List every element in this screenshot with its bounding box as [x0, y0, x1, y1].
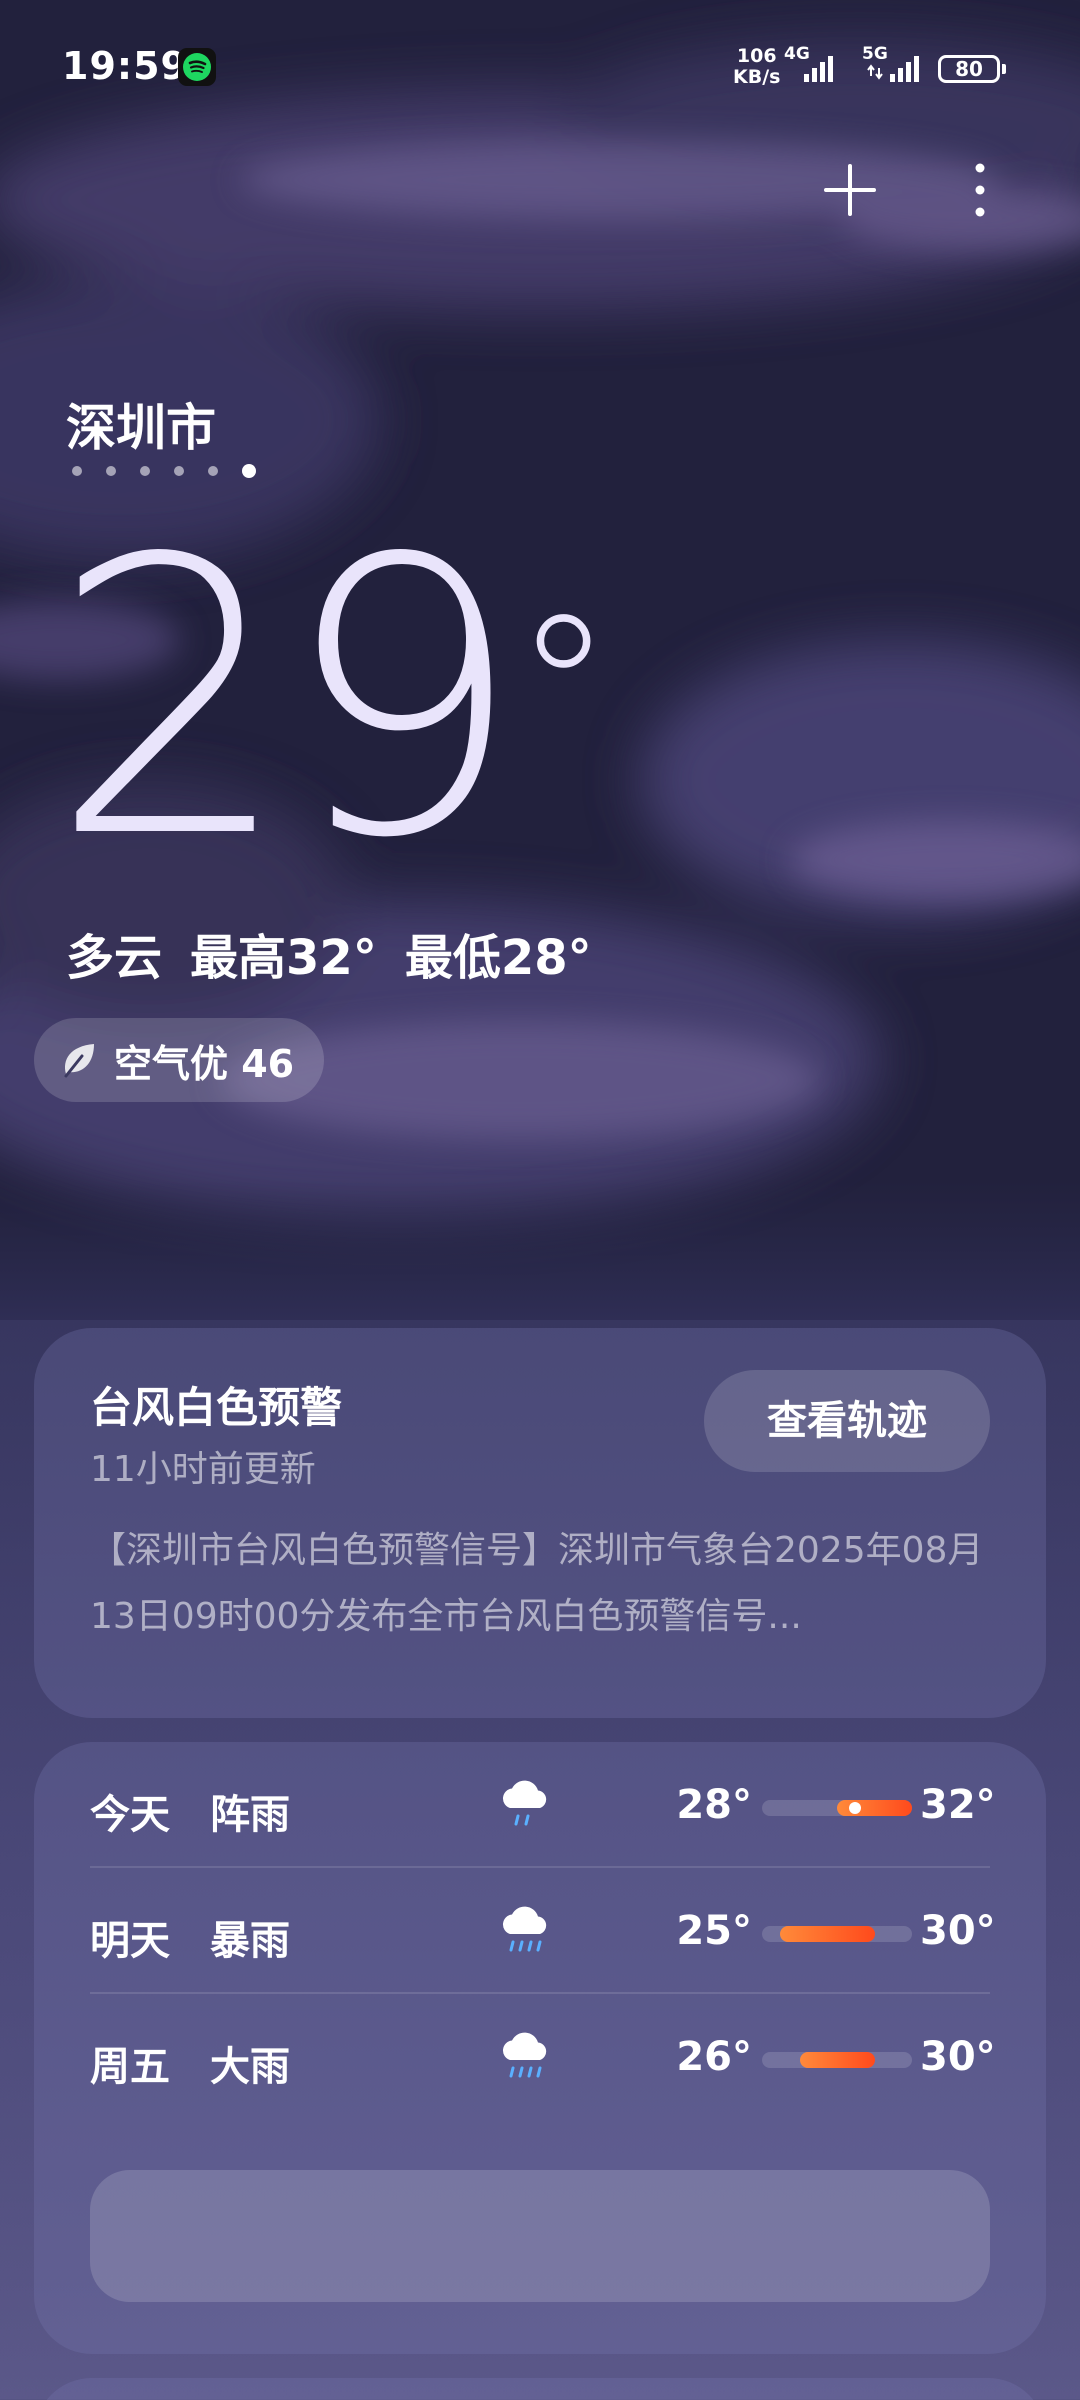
forecast-day: 明天 — [90, 1918, 170, 1964]
current-temperature: 29° — [50, 478, 614, 921]
leaf-icon — [64, 1044, 94, 1078]
view-track-button[interactable]: 查看轨迹 — [704, 1370, 990, 1472]
page-dot — [140, 466, 150, 476]
air-quality-text: 空气优 46 — [114, 1041, 295, 1086]
more-vertical-icon — [975, 163, 985, 217]
current-condition: 多云 — [66, 930, 163, 986]
forecast-row[interactable]: 今天 阵雨 28° 32° — [90, 1742, 996, 1868]
forecast-condition: 暴雨 — [210, 1918, 290, 1964]
forecast-condition: 阵雨 — [210, 1792, 290, 1838]
forecast-high: 30° — [920, 2034, 996, 2080]
weather-summary: 多云 最高32° 最低28° — [66, 918, 592, 988]
city-page-indicator — [72, 464, 256, 478]
forecast-low: 26° — [676, 2034, 752, 2080]
forecast-condition: 大雨 — [210, 2044, 290, 2090]
air-quality-pill[interactable]: 空气优 46 — [34, 1018, 324, 1102]
heavy-rain-icon — [502, 2032, 547, 2078]
page-dot-active — [242, 464, 256, 478]
forecast-high: 30° — [920, 1908, 996, 1954]
warning-description: 【深圳市台风白色预警信号】深圳市气象台2025年08月13日09时00分发布全市… — [90, 1530, 984, 1637]
high-temperature: 最高32° — [190, 930, 377, 986]
temperature-range-fill — [780, 1926, 875, 1942]
forecast-high: 32° — [920, 1782, 996, 1828]
forecast-day: 今天 — [90, 1792, 170, 1838]
temperature-range-bar — [762, 2052, 912, 2068]
low-temperature: 最低28° — [404, 930, 592, 986]
status-time: 19:59 — [62, 44, 188, 88]
more-options-button[interactable] — [960, 158, 1000, 222]
next-card-edge — [34, 2378, 1046, 2400]
warning-title: 台风白色预警 — [90, 1383, 343, 1432]
forecast-row[interactable]: 明天 暴雨 25° 30° — [90, 1868, 996, 1994]
heavy-rain-icon — [502, 1906, 547, 1952]
more-forecast-button[interactable] — [90, 2170, 990, 2302]
plus-icon — [824, 164, 876, 216]
spotify-icon — [178, 48, 216, 86]
temperature-range-fill — [799, 2052, 875, 2068]
forecast-day: 周五 — [90, 2044, 170, 2090]
light-rain-icon — [502, 1780, 547, 1826]
forecast-card: 今天 阵雨 28° 32° 明天 暴雨 25° 30° 周五 大雨 26° 30… — [34, 1742, 1046, 2354]
city-name: 深圳市 — [66, 399, 216, 457]
current-temp-marker — [849, 1802, 861, 1814]
forecast-low: 28° — [676, 1782, 752, 1828]
warning-updated-time: 11小时前更新 — [90, 1449, 316, 1490]
status-bar: 19:59 106 KB/s 4G 5G 80 — [0, 0, 1080, 140]
temperature-range-bar — [762, 1800, 912, 1816]
add-city-button[interactable] — [820, 160, 880, 220]
page-dot — [208, 466, 218, 476]
network-speed: 106 KB/s — [733, 45, 781, 88]
page-dot — [174, 466, 184, 476]
page-dot — [72, 466, 82, 476]
battery-icon: 80 — [938, 55, 1006, 83]
page-dot — [106, 466, 116, 476]
forecast-row[interactable]: 周五 大雨 26° 30° — [90, 1994, 996, 2120]
temperature-range-bar — [762, 1926, 912, 1942]
forecast-low: 25° — [676, 1908, 752, 1954]
typhoon-warning-card[interactable]: 台风白色预警 11小时前更新 查看轨迹 【深圳市台风白色预警信号】深圳市气象台2… — [34, 1328, 1046, 1718]
